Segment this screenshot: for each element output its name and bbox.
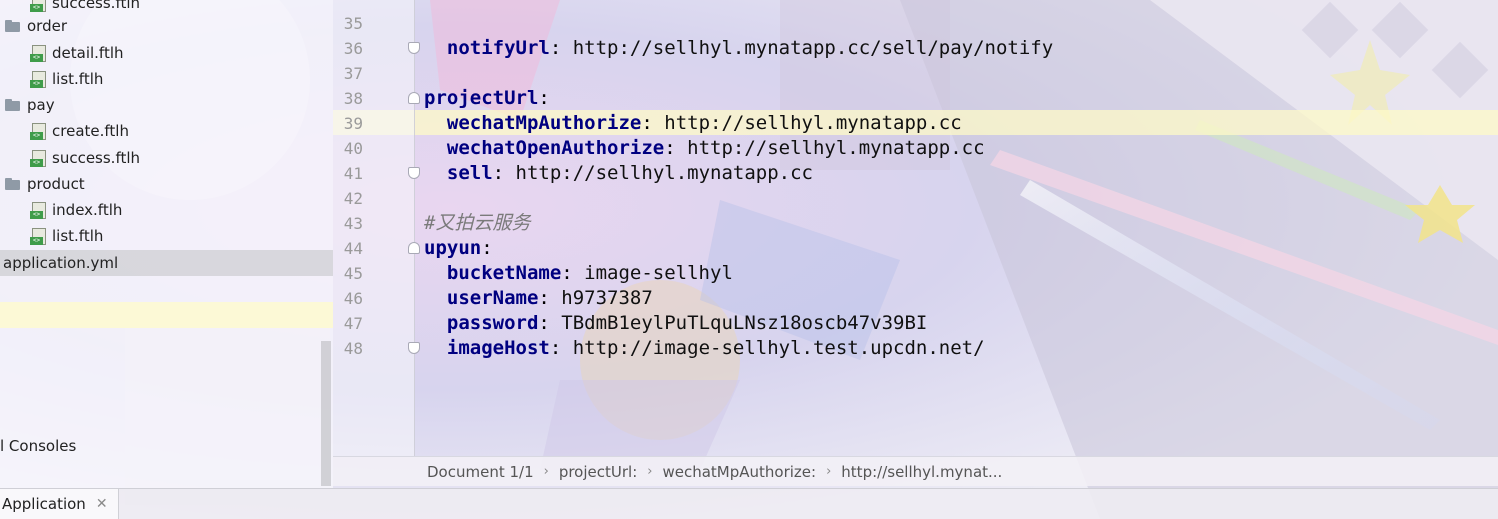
tree-folder-order[interactable]: order [0, 13, 333, 39]
ftlh-file-icon [30, 70, 46, 88]
fold-end-icon[interactable] [408, 167, 420, 179]
run-tab-label: Application [2, 495, 86, 513]
tree-item-label: list.ftlh [52, 227, 104, 245]
tree-item-label: l Consoles [0, 437, 77, 455]
code-line-41: sell: http://sellhyl.mynatapp.cc [446, 162, 813, 184]
code-line-43-comment: #又拍云服务 [424, 212, 531, 234]
yaml-key: upyun [424, 237, 482, 259]
fold-start-icon[interactable] [408, 92, 420, 104]
yaml-value: TBdmB1eylPuTLquLNsz18oscb47v39BI [561, 312, 928, 334]
tree-item-index-ftlh[interactable]: index.ftlh [0, 197, 333, 223]
tree-item-label: index.ftlh [52, 201, 123, 219]
yaml-value: http://sellhyl.mynatapp.cc [515, 162, 813, 184]
yaml-value: image-sellhyl [584, 262, 733, 284]
ftlh-file-icon [30, 201, 46, 219]
line-number: 40 [343, 139, 363, 158]
tree-item-list-ftlh[interactable]: list.ftlh [0, 66, 333, 92]
line-number: 44 [343, 239, 363, 258]
editor-gutter: 35 36 37 38 39 40 41 42 43 44 45 46 47 4… [333, 0, 415, 456]
project-scrollbar[interactable] [321, 341, 331, 486]
yaml-key: bucketName [446, 262, 562, 284]
yaml-key: wechatOpenAuthorize [446, 137, 665, 159]
breadcrumb-separator-icon: › [647, 464, 653, 479]
line-number: 48 [343, 339, 363, 358]
tree-item-label: create.ftlh [52, 122, 129, 140]
tree-item-label: application.yml [3, 254, 119, 272]
tree-item-label: product [27, 175, 85, 193]
yaml-key: userName [446, 287, 539, 309]
yaml-value: h9737387 [561, 287, 653, 309]
tree-item-label: success.ftlh [52, 0, 141, 12]
ftlh-file-icon [30, 44, 46, 62]
code-line-36: notifyUrl: http://sellhyl.mynatapp.cc/se… [446, 37, 1054, 59]
tree-item-create-ftlh[interactable]: create.ftlh [0, 118, 333, 144]
ftlh-file-icon [30, 122, 46, 140]
ftlh-file-icon [30, 227, 46, 245]
tree-folder-product[interactable]: product [0, 171, 333, 197]
code-line-40: wechatOpenAuthorize: http://sellhyl.myna… [446, 137, 985, 159]
tree-item-application-yml[interactable]: application.yml [0, 250, 333, 276]
yaml-value: http://sellhyl.mynatapp.cc/sell/pay/noti… [572, 37, 1054, 59]
breadcrumb-document[interactable]: Document 1/1 [427, 463, 534, 481]
yaml-key: imageHost [446, 337, 550, 359]
code-line-46: userName: h9737387 [446, 287, 653, 309]
breadcrumb-project-url[interactable]: projectUrl: [559, 463, 637, 481]
project-tool-window: success.ftlh order detail.ftlh list.ftlh… [0, 0, 333, 488]
line-number: 47 [343, 314, 363, 333]
code-line-39: wechatMpAuthorize: http://sellhyl.mynata… [446, 112, 962, 134]
line-number: 38 [343, 89, 363, 108]
line-number: 36 [343, 39, 363, 58]
code-line-44: upyun: [424, 237, 493, 259]
tree-item-detail-ftlh[interactable]: detail.ftlh [0, 40, 333, 66]
breadcrumb-value[interactable]: http://sellhyl.mynat... [841, 463, 1002, 481]
editor-breadcrumb: Document 1/1 › projectUrl: › wechatMpAut… [333, 456, 1498, 486]
tree-item-success-ftlh[interactable]: success.ftlh [0, 145, 333, 171]
folder-icon [5, 20, 21, 32]
run-tool-window-tabs: Application ✕ [0, 488, 1498, 519]
code-editor[interactable]: 35 36 37 38 39 40 41 42 43 44 45 46 47 4… [333, 0, 1498, 456]
tree-item-label: order [27, 17, 67, 35]
yaml-value: http://sellhyl.mynatapp.cc [664, 112, 962, 134]
yaml-key: password [446, 312, 539, 334]
yaml-key: sell [446, 162, 493, 184]
tree-item-label: success.ftlh [52, 149, 141, 167]
line-number: 42 [343, 189, 363, 208]
folder-icon [5, 178, 21, 190]
tree-item-list-ftlh-product[interactable]: list.ftlh [0, 223, 333, 249]
line-number: 43 [343, 214, 363, 233]
yaml-value: http://sellhyl.mynatapp.cc [687, 137, 985, 159]
yaml-value: http://image-sellhyl.test.upcdn.net/ [572, 337, 985, 359]
tree-caret-row-highlight [0, 302, 333, 328]
breadcrumb-separator-icon: › [826, 464, 832, 479]
breadcrumb-separator-icon: › [543, 464, 549, 479]
tree-item-label: pay [27, 96, 55, 114]
line-number: 39 [343, 114, 363, 133]
ftlh-file-icon [30, 0, 46, 12]
line-number: 35 [343, 14, 363, 33]
yaml-key: wechatMpAuthorize [446, 112, 642, 134]
fold-end-icon[interactable] [408, 342, 420, 354]
folder-icon [5, 99, 21, 111]
breadcrumb-wechat-mp-authorize[interactable]: wechatMpAuthorize: [662, 463, 816, 481]
fold-start-icon[interactable] [408, 242, 420, 254]
tree-folder-pay[interactable]: pay [0, 92, 333, 118]
tree-item-label: detail.ftlh [52, 44, 124, 62]
line-number: 46 [343, 289, 363, 308]
code-line-47: password: TBdmB1eylPuTLquLNsz18oscb47v39… [446, 312, 928, 334]
tree-item-scratches-consoles[interactable]: l Consoles [0, 433, 333, 459]
code-line-38: projectUrl: [424, 87, 550, 109]
line-number: 41 [343, 164, 363, 183]
code-line-45: bucketName: image-sellhyl [446, 262, 733, 284]
tab-run-application[interactable]: Application ✕ [0, 489, 119, 519]
line-number: 45 [343, 264, 363, 283]
yaml-key: projectUrl [424, 87, 539, 109]
fold-end-icon[interactable] [408, 42, 420, 54]
yaml-key: notifyUrl [446, 37, 550, 59]
tree-item-label: list.ftlh [52, 70, 104, 88]
code-line-48: imageHost: http://image-sellhyl.test.upc… [446, 337, 985, 359]
close-icon[interactable]: ✕ [96, 496, 108, 512]
ftlh-file-icon [30, 149, 46, 167]
line-number: 37 [343, 64, 363, 83]
